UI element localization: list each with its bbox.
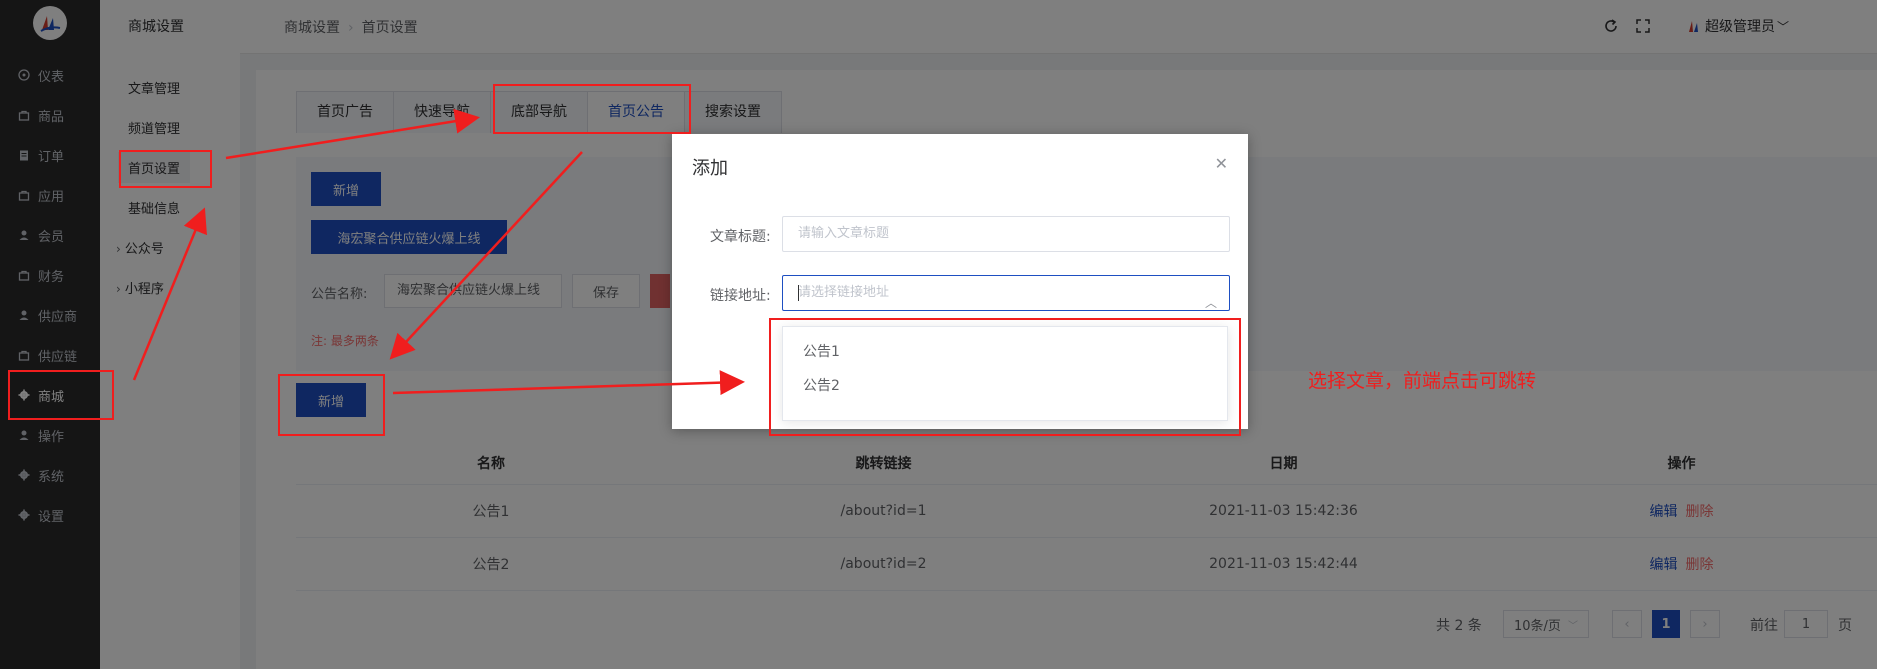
- annotation-arrows: [132, 108, 745, 396]
- arrow-settings-to-tabs: [225, 108, 480, 160]
- arrow-mall-to-settings: [132, 207, 207, 381]
- arrow-tabs-to-add: [389, 151, 583, 360]
- arrow-add-to-dropdown: [392, 370, 745, 396]
